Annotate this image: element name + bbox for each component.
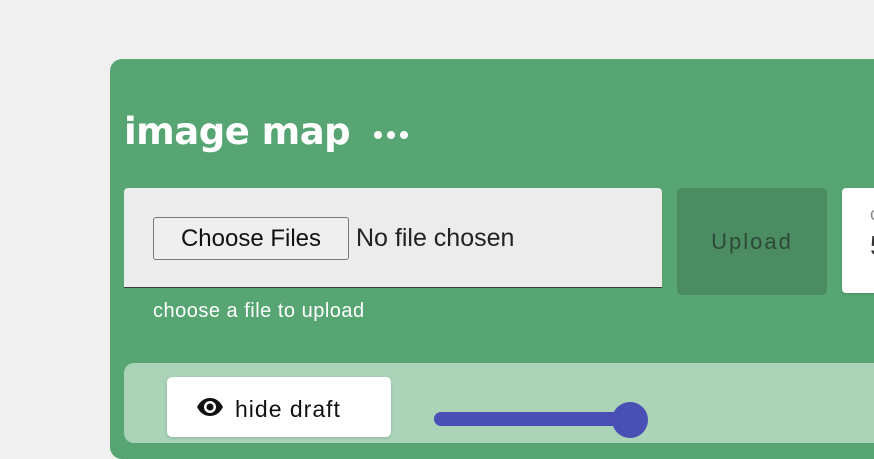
file-status: No file chosen bbox=[356, 224, 515, 252]
menu-dot bbox=[400, 131, 409, 139]
more-horizontal-icon[interactable] bbox=[374, 125, 409, 139]
choose-files-button[interactable]: Choose Files bbox=[153, 217, 349, 260]
menu-dot bbox=[374, 131, 383, 139]
panel-title: image map bbox=[124, 110, 351, 153]
side-card-fragment-top: c bbox=[870, 204, 874, 225]
hide-draft-label: hide draft bbox=[235, 396, 341, 422]
upload-button[interactable]: Upload bbox=[677, 188, 827, 295]
side-card: c 5 bbox=[842, 188, 874, 293]
hide-draft-button[interactable]: hide draft bbox=[167, 377, 391, 437]
file-helper-text: choose a file to upload bbox=[153, 300, 365, 322]
menu-dot bbox=[387, 131, 396, 139]
panel-header: image map bbox=[124, 108, 409, 156]
eye-icon bbox=[196, 397, 224, 422]
draft-slider-track[interactable] bbox=[434, 412, 634, 426]
draft-slider-thumb[interactable] bbox=[612, 402, 648, 438]
side-card-fragment-bottom: 5 bbox=[870, 230, 874, 262]
file-input-field[interactable]: Choose Files No file chosen bbox=[124, 188, 662, 288]
